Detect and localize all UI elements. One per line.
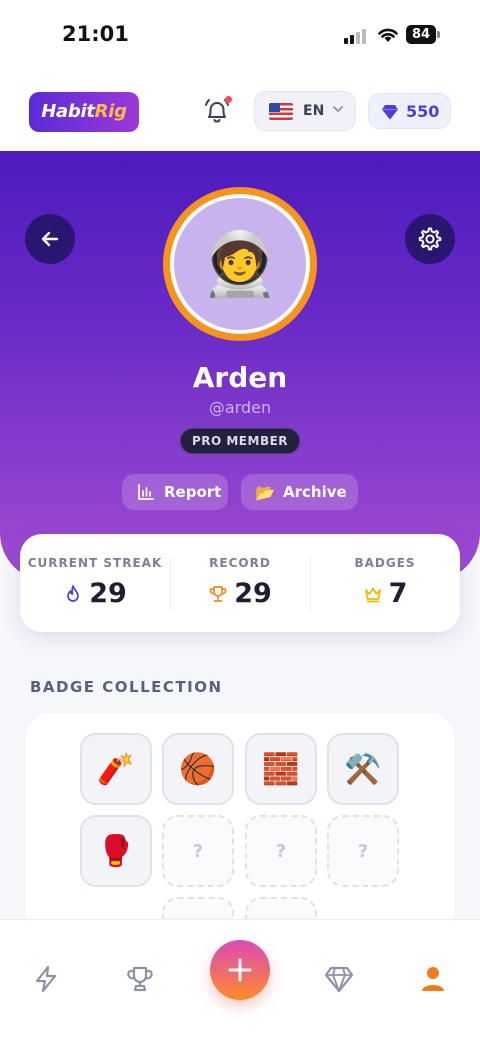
bar-chart-icon <box>136 482 156 502</box>
settings-button[interactable] <box>405 214 455 264</box>
profile-icon <box>422 967 444 991</box>
trophy-icon <box>209 585 227 602</box>
badge-locked[interactable]: ? <box>162 815 234 887</box>
app-bar: HabitRig EN 550 <box>0 72 480 152</box>
gear-icon <box>418 227 442 251</box>
lightning-icon <box>35 965 57 993</box>
stat-label: CURRENT STREAK <box>27 556 163 570</box>
stats-card: CURRENT STREAK 29 RECORD 29 BADGES 7 <box>20 534 460 632</box>
badge-collection-title: BADGE COLLECTION <box>30 678 223 696</box>
chevron-down-icon <box>333 106 343 112</box>
gem-count: 550 <box>406 102 440 121</box>
us-flag-icon <box>269 103 293 120</box>
avatar-emoji: 🧑‍🚀 <box>174 198 306 330</box>
nav-shop[interactable] <box>322 962 356 996</box>
stat-label: BADGES <box>354 556 416 570</box>
language-selector[interactable]: EN <box>254 91 356 131</box>
stat-record: RECORD 29 <box>170 534 310 632</box>
badge-basketball[interactable]: 🏀 <box>162 733 234 805</box>
profile-name: Arden <box>192 361 288 394</box>
badge-bricks[interactable]: 🧱 <box>245 733 317 805</box>
logo-rig: Rig <box>94 101 127 122</box>
nav-profile[interactable] <box>416 962 450 996</box>
app-logo[interactable]: HabitRig <box>29 92 139 132</box>
wifi-icon <box>378 28 398 42</box>
bottom-nav <box>0 919 480 1040</box>
stat-value: 7 <box>388 578 408 609</box>
archive-button[interactable]: 📂 Archive <box>241 474 358 510</box>
archive-label: Archive <box>283 483 347 501</box>
trophy-icon <box>127 966 153 992</box>
stat-badges: BADGES 7 <box>310 534 460 632</box>
language-code: EN <box>303 103 325 119</box>
status-time: 21:01 <box>62 22 129 46</box>
badge-hammer-pick[interactable]: ⚒️ <box>327 733 399 805</box>
profile-handle: @arden <box>208 398 272 417</box>
plus-icon <box>228 958 252 982</box>
stat-value: 29 <box>234 578 272 609</box>
stat-value: 29 <box>89 578 127 609</box>
logo-habit: Habit <box>41 101 95 122</box>
pro-member-badge: PRO MEMBER <box>180 428 300 454</box>
add-habit-button[interactable] <box>210 940 270 1000</box>
badge-locked[interactable]: ? <box>245 815 317 887</box>
status-bar: 21:01 84 <box>0 0 480 72</box>
diamond-icon <box>324 966 354 993</box>
gems-balance[interactable]: 550 <box>368 93 451 129</box>
cellular-signal-icon <box>344 28 370 44</box>
report-label: Report <box>164 483 222 501</box>
arrow-left-icon <box>41 231 59 247</box>
diamond-icon <box>382 105 398 120</box>
crown-icon <box>364 587 381 602</box>
badge-firecracker[interactable]: 🧨 <box>80 733 152 805</box>
stat-label: RECORD <box>209 556 271 570</box>
profile-hero: 🧑‍🚀 Arden @arden PRO MEMBER Report 📂 Arc… <box>0 151 480 581</box>
battery-icon: 84 <box>406 25 436 44</box>
avatar[interactable]: 🧑‍🚀 <box>163 187 317 341</box>
stat-current-streak: CURRENT STREAK 29 <box>20 534 170 632</box>
flame-icon <box>67 584 80 602</box>
back-button[interactable] <box>25 214 75 264</box>
badge-locked[interactable]: ? <box>327 815 399 887</box>
badge-collection-panel: 🧨 🏀 🧱 ⚒️ 🥊 ? ? ? <box>26 713 454 969</box>
battery-cap <box>437 31 440 38</box>
nav-habits[interactable] <box>29 962 63 996</box>
report-button[interactable]: Report <box>122 474 228 510</box>
badge-boxing-glove[interactable]: 🥊 <box>80 815 152 887</box>
folder-icon: 📂 <box>255 482 275 502</box>
notification-dot <box>225 96 232 103</box>
nav-leaderboard[interactable] <box>123 962 157 996</box>
